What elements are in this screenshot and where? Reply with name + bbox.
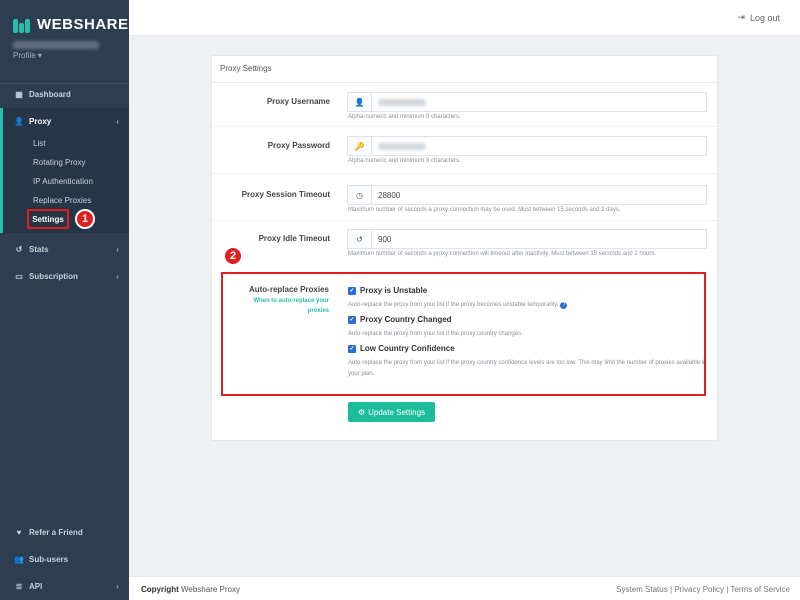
logout-icon: ⇥ — [737, 12, 745, 22]
server-icon: ≣ — [15, 581, 23, 591]
password-label: Proxy Password — [267, 141, 330, 150]
brand-name: WEBSHARE — [37, 16, 129, 33]
history-icon: ↺ — [348, 230, 372, 248]
footer-copyright: Copyright Webshare Proxy — [141, 585, 240, 594]
footer: Copyright Webshare Proxy System Status |… — [129, 576, 800, 600]
footer-links[interactable]: System Status | Privacy Policy | Terms o… — [616, 585, 790, 594]
row-divider — [212, 220, 717, 221]
idle-timeout-input[interactable]: ↺ 900 — [347, 229, 707, 249]
sidebar-subitem-replace-proxies[interactable]: Replace Proxies — [33, 196, 91, 205]
sidebar-item-label: Subscription — [29, 271, 78, 281]
sidebar-subitem-label: Settings — [32, 214, 64, 224]
topbar: ⇥ Log out — [129, 0, 800, 36]
chevron-left-icon: ‹ — [116, 581, 119, 591]
username-input[interactable]: 👤 — [347, 92, 707, 112]
user-icon: 👤 — [14, 116, 24, 126]
password-input[interactable]: 🔑 — [347, 136, 707, 156]
idle-timeout-label: Proxy Idle Timeout — [258, 234, 330, 243]
profile-dropdown[interactable]: Profile ▾ — [13, 51, 42, 60]
dashboard-icon: ▦ — [15, 90, 23, 99]
idle-timeout-value: 900 — [378, 234, 392, 244]
session-timeout-help: Maximum number of seconds a proxy connec… — [348, 207, 621, 213]
sidebar-item-refer-a-friend[interactable]: ♥ Refer a Friend — [0, 521, 129, 543]
username-value-redacted — [378, 99, 426, 106]
gear-icon: ⚙ — [357, 407, 366, 417]
chevron-left-icon: ‹ — [116, 271, 119, 281]
annotation-badge-1: 1 — [75, 209, 95, 229]
password-value-redacted — [378, 143, 426, 150]
sidebar-subitem-list[interactable]: List — [33, 139, 45, 148]
chevron-left-icon: ‹ — [116, 116, 119, 126]
sidebar-item-label: Sub-users — [29, 554, 69, 564]
copyright-bold: Copyright — [141, 585, 179, 594]
heart-icon: ♥ — [16, 527, 22, 537]
username-help: Alpha-numeric and minimum 8 characters. — [348, 114, 461, 120]
session-timeout-value: 28800 — [378, 190, 401, 200]
sidebar-item-stats[interactable]: ↺ Stats ‹ — [0, 238, 129, 260]
annotation-badge-2: 2 — [223, 246, 243, 266]
sidebar: WEBSHARE Profile ▾ ▦ Dashboard 👤 Proxy ‹… — [0, 0, 129, 600]
sidebar-item-label: Proxy — [29, 116, 52, 126]
row-divider — [212, 173, 717, 174]
sidebar-item-sub-users[interactable]: 👥 Sub-users — [0, 548, 129, 570]
sidebar-item-proxy[interactable]: 👤 Proxy ‹ — [0, 110, 129, 132]
sidebar-item-subscription[interactable]: ▭ Subscription ‹ — [0, 265, 129, 287]
card-title: Proxy Settings — [220, 64, 272, 73]
users-icon: 👥 — [14, 554, 24, 564]
chevron-left-icon: ‹ — [116, 244, 119, 254]
sidebar-subitem-ip-authentication[interactable]: IP Authentication — [33, 177, 93, 186]
logout-label: Log out — [749, 12, 780, 23]
history-icon: ↺ — [15, 244, 23, 254]
brand[interactable]: WEBSHARE — [13, 16, 129, 33]
user-email-redacted — [13, 41, 99, 49]
sidebar-item-api[interactable]: ≣ API ‹ — [0, 575, 129, 597]
row-divider — [212, 126, 717, 127]
session-timeout-label: Proxy Session Timeout — [241, 190, 330, 199]
sidebar-item-label: Refer a Friend — [29, 527, 83, 537]
idle-timeout-help: Maximum number of seconds a proxy connec… — [348, 251, 657, 257]
card-divider — [212, 82, 717, 83]
sidebar-item-dashboard[interactable]: ▦ Dashboard — [0, 83, 129, 105]
clock-icon: ◷ — [348, 186, 372, 204]
annotation-highlight-box — [221, 272, 706, 396]
update-settings-button[interactable]: ⚙ Update Settings — [348, 402, 435, 422]
update-settings-label: Update Settings — [368, 407, 426, 417]
user-icon: 👤 — [348, 93, 372, 111]
username-label: Proxy Username — [266, 97, 330, 106]
sidebar-item-label: Dashboard — [29, 90, 71, 99]
sidebar-subitem-settings[interactable]: Settings — [27, 209, 69, 229]
key-icon: 🔑 — [348, 137, 372, 155]
password-help: Alpha-numeric and minimum 8 characters. — [348, 158, 461, 164]
sidebar-item-label: API — [29, 581, 43, 591]
credit-card-icon: ▭ — [15, 271, 23, 281]
sidebar-subitem-rotating-proxy[interactable]: Rotating Proxy — [33, 158, 85, 167]
session-timeout-input[interactable]: ◷ 28800 — [347, 185, 707, 205]
webshare-logo-icon — [13, 17, 31, 33]
sidebar-item-label: Stats — [29, 244, 49, 254]
copyright-rest: Webshare Proxy — [178, 585, 240, 594]
logout-link[interactable]: ⇥ Log out — [737, 12, 780, 23]
